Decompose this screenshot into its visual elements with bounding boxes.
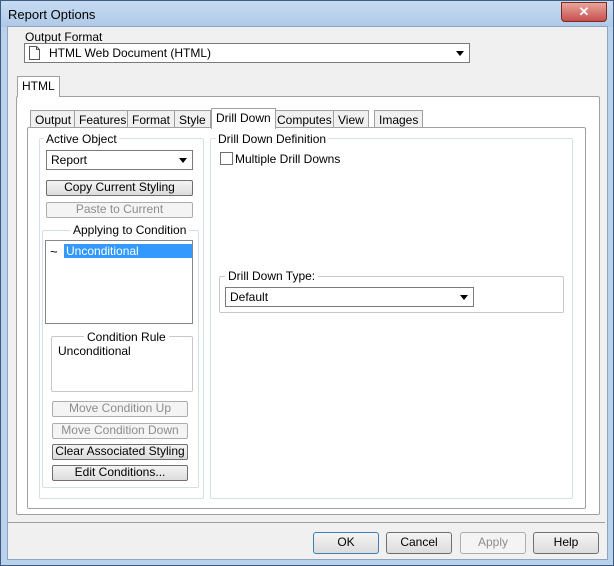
drill-down-definition-label: Drill Down Definition xyxy=(216,132,329,146)
cancel-button[interactable]: Cancel xyxy=(386,532,452,554)
tab-drill-down[interactable]: Drill Down xyxy=(211,108,276,129)
tab-features-label: Features xyxy=(79,113,127,127)
close-icon: ✕ xyxy=(578,4,590,19)
active-object-label: Active Object xyxy=(44,132,119,146)
paste-to-current-button[interactable]: Paste to Current xyxy=(46,202,193,218)
close-button[interactable]: ✕ xyxy=(561,2,607,22)
window-title: Report Options xyxy=(8,7,96,22)
tab-style-label: Style xyxy=(179,113,206,127)
applying-to-condition-label: Applying to Condition xyxy=(70,223,190,237)
drill-down-type-label: Drill Down Type: xyxy=(225,269,319,283)
multiple-drill-downs-label: Multiple Drill Downs xyxy=(235,152,341,166)
edit-conditions-button[interactable]: Edit Conditions... xyxy=(52,465,188,481)
tab-images-label: Images xyxy=(379,113,419,127)
multiple-drill-downs-checkbox[interactable] xyxy=(220,152,233,165)
tab-html[interactable]: HTML xyxy=(17,76,60,97)
drill-down-type-value: Default xyxy=(230,290,269,304)
active-object-value: Report xyxy=(51,153,88,167)
output-format-select[interactable]: HTML Web Document (HTML) xyxy=(24,43,470,63)
apply-button[interactable]: Apply xyxy=(460,532,526,554)
tab-output-label: Output xyxy=(35,113,72,127)
chevron-down-icon[interactable] xyxy=(457,290,471,304)
tab-view-label: View xyxy=(338,113,364,127)
condition-list[interactable]: ~ Unconditional xyxy=(45,240,193,324)
copy-current-styling-button[interactable]: Copy Current Styling xyxy=(46,180,193,196)
title-bar: Report Options ✕ xyxy=(1,1,613,27)
active-object-select[interactable]: Report xyxy=(46,150,193,170)
tab-html-label: HTML xyxy=(22,79,55,93)
condition-item-symbol: ~ xyxy=(50,244,58,259)
drill-down-definition-group xyxy=(210,138,573,499)
move-condition-up-button[interactable]: Move Condition Up xyxy=(52,401,188,417)
output-format-label: Output Format xyxy=(25,30,103,44)
clear-associated-styling-button[interactable]: Clear Associated Styling xyxy=(52,444,188,460)
tab-computes-label: Computes xyxy=(277,113,332,127)
tab-drill-down-label: Drill Down xyxy=(216,111,271,125)
ok-button[interactable]: OK xyxy=(313,532,379,554)
condition-rule-text: Unconditional xyxy=(58,344,131,358)
footer-separator xyxy=(8,522,605,523)
condition-rule-label: Condition Rule xyxy=(84,330,169,344)
move-condition-down-button[interactable]: Move Condition Down xyxy=(52,423,188,439)
chevron-down-icon[interactable] xyxy=(176,153,190,167)
tab-format-label: Format xyxy=(132,113,171,127)
document-icon xyxy=(29,46,40,60)
help-button[interactable]: Help xyxy=(533,532,599,554)
condition-item-unconditional[interactable]: Unconditional xyxy=(64,244,192,258)
drill-down-type-select[interactable]: Default xyxy=(225,287,474,307)
chevron-down-icon[interactable] xyxy=(453,46,467,60)
output-format-value: HTML Web Document (HTML) xyxy=(49,46,212,60)
